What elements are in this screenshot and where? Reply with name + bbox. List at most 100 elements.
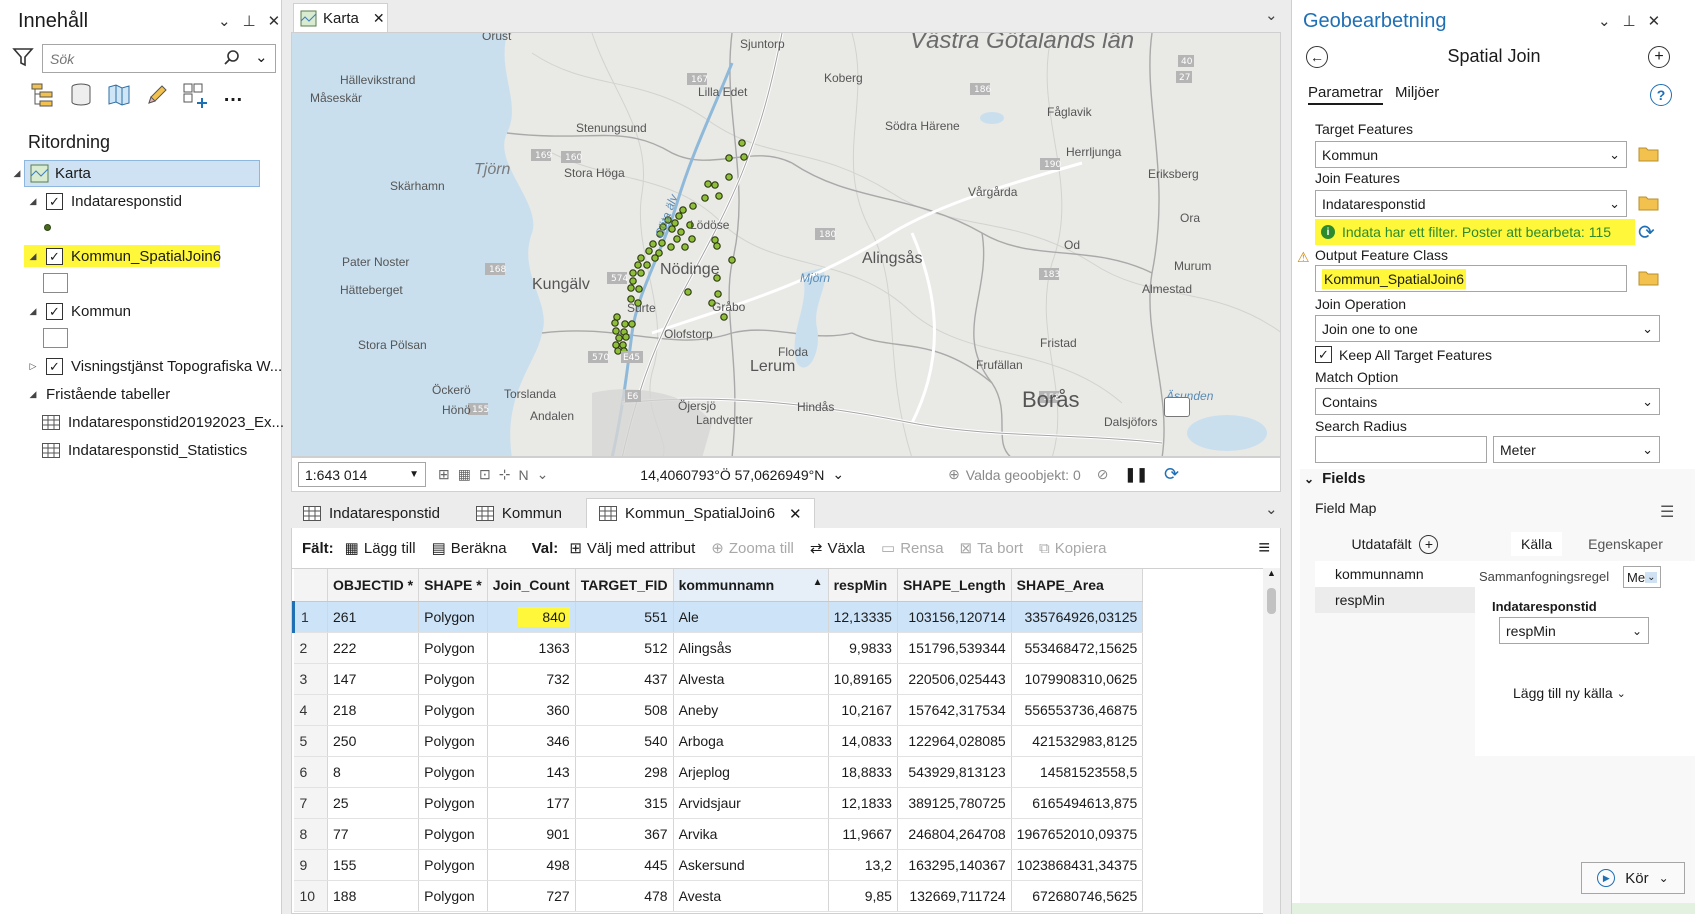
table-cell[interactable]: Alingsås xyxy=(673,632,829,664)
table-menu-icon[interactable]: ≡ xyxy=(1258,537,1270,560)
table-cell[interactable]: 155 xyxy=(327,849,420,881)
filter-icon[interactable] xyxy=(12,46,34,68)
table-cell[interactable]: 177 xyxy=(487,787,576,819)
polygon-symbol-swatch[interactable] xyxy=(43,328,68,348)
table-row[interactable]: 1 261 Polygon 840 551 Ale 12,13335 103156,12071… xyxy=(292,601,1144,633)
table-cell[interactable]: 132669,711724 xyxy=(897,880,1012,912)
collapse-icon[interactable]: ◢ xyxy=(26,251,40,262)
table-cell[interactable]: 478 xyxy=(575,880,674,912)
table-cell[interactable]: Arboga xyxy=(673,725,829,757)
map-tab[interactable]: Karta ✕ xyxy=(293,3,388,32)
close-tab-icon[interactable]: ✕ xyxy=(789,505,802,523)
table-cell[interactable]: 437 xyxy=(575,663,674,695)
table-row[interactable]: 8 77 Polygon 901 367 Arvika 11,9667 246804,2647… xyxy=(293,818,1144,850)
search-radius-input[interactable] xyxy=(1315,436,1487,463)
table-cell[interactable]: 157642,317534 xyxy=(897,694,1012,726)
table-cell[interactable]: 840 xyxy=(487,601,576,633)
table-row[interactable]: 5 250 Polygon 346 540 Arboga 14,0833 122964,028… xyxy=(293,725,1144,757)
selection-view-icon[interactable] xyxy=(104,80,134,110)
column-header[interactable]: OBJECTID * xyxy=(327,569,420,602)
table-cell[interactable]: 261 xyxy=(327,601,420,633)
table-cell[interactable]: Ale xyxy=(673,601,829,633)
column-header[interactable]: TARGET_FID xyxy=(575,569,674,602)
scale-combobox[interactable]: 1:643 014 ▼ xyxy=(298,462,426,487)
table-cell[interactable]: 12,1833 xyxy=(828,787,898,819)
table-cell[interactable]: 163295,140367 xyxy=(897,849,1012,881)
table-tab[interactable]: Kommun xyxy=(464,498,574,528)
add-field-button[interactable]: ▦ Lägg till xyxy=(340,539,421,558)
grid-icon[interactable]: ▦ xyxy=(458,466,471,483)
contents-search-input[interactable] xyxy=(43,45,213,72)
table-cell[interactable]: 367 xyxy=(575,818,674,850)
layer-visibility-checkbox[interactable]: ✓ xyxy=(46,247,63,265)
row-number-cell[interactable]: 4 xyxy=(293,694,328,726)
pane-options-chevron-icon[interactable]: ⌄ xyxy=(1598,12,1611,30)
table-tab-active[interactable]: Kommun_SpatialJoin6 ✕ xyxy=(585,498,815,528)
table-cell[interactable]: 543929,813123 xyxy=(897,756,1012,788)
table-view-chevron-icon[interactable]: ⌄ xyxy=(1265,500,1278,518)
north-arrow-icon[interactable]: N xyxy=(518,467,528,483)
table-cell[interactable]: 25 xyxy=(327,787,420,819)
column-header[interactable]: SHAPE_Area xyxy=(1011,569,1144,602)
table-cell[interactable]: 77 xyxy=(327,818,420,850)
table-cell[interactable]: 672680746,5625 xyxy=(1011,880,1144,912)
help-icon[interactable]: ? xyxy=(1650,84,1672,106)
pin-icon[interactable]: ⊥ xyxy=(243,12,256,30)
tab-source[interactable]: Källa xyxy=(1511,532,1563,556)
snapping-grid-icon[interactable] xyxy=(180,80,210,110)
table-cell[interactable]: 10,2167 xyxy=(828,694,898,726)
pane-options-chevron-icon[interactable]: ⌄ xyxy=(218,12,231,30)
row-number-cell[interactable]: 9 xyxy=(293,849,328,881)
table-cell[interactable]: 540 xyxy=(575,725,674,757)
output-field-item[interactable]: kommunnamn xyxy=(1315,561,1475,587)
match-option-combobox[interactable]: Contains ⌄ xyxy=(1315,388,1660,415)
scrollbar-thumb[interactable] xyxy=(1267,588,1276,614)
add-icon[interactable]: + xyxy=(1648,46,1670,68)
close-pane-icon[interactable]: ✕ xyxy=(268,12,281,30)
source-field-combobox[interactable]: respMin ⌄ xyxy=(1499,617,1649,644)
fixed-zoom-icon[interactable]: ⊞ xyxy=(438,466,450,483)
row-number-header[interactable] xyxy=(293,569,328,602)
table-cell[interactable]: 250 xyxy=(327,725,420,757)
search-icon[interactable] xyxy=(223,49,241,67)
row-number-cell[interactable]: 10 xyxy=(293,880,328,912)
table-cell[interactable]: 11,9667 xyxy=(828,818,898,850)
switch-selection-button[interactable]: ⇄ Växla xyxy=(805,539,870,558)
table-cell[interactable]: Avesta xyxy=(673,880,829,912)
table-cell[interactable]: 1023868431,34375 xyxy=(1011,849,1144,881)
close-tab-icon[interactable]: ✕ xyxy=(373,10,385,27)
browse-folder-icon[interactable] xyxy=(1638,195,1660,211)
table-cell[interactable]: 14581523558,5 xyxy=(1011,756,1144,788)
table-cell[interactable]: Arjeplog xyxy=(673,756,829,788)
fields-header[interactable]: ⌄ Fields xyxy=(1304,470,1365,487)
table-cell[interactable]: 143 xyxy=(487,756,576,788)
table-row[interactable]: 4 218 Polygon 360 508 Aneby 10,2167 157642,3175… xyxy=(293,694,1144,726)
toc-table-item[interactable]: Indataresponstid20192023_Ex... xyxy=(42,409,284,435)
row-number-cell[interactable]: 6 xyxy=(293,756,328,788)
table-cell[interactable]: 18,8833 xyxy=(828,756,898,788)
collapse-icon[interactable]: ◢ xyxy=(26,389,40,400)
table-cell[interactable]: 1079908310,0625 xyxy=(1011,663,1144,695)
table-cell[interactable]: Arvika xyxy=(673,818,829,850)
refresh-icon[interactable]: ⟳ xyxy=(1164,464,1179,485)
table-cell[interactable]: 512 xyxy=(575,632,674,664)
calculate-field-button[interactable]: ▤ Beräkna xyxy=(427,539,512,558)
table-cell[interactable]: 508 xyxy=(575,694,674,726)
row-number-cell[interactable]: 7 xyxy=(293,787,328,819)
table-cell[interactable]: 9,85 xyxy=(828,880,898,912)
table-cell[interactable]: Polygon xyxy=(418,632,488,664)
add-field-icon[interactable]: + xyxy=(1419,534,1439,554)
table-cell[interactable]: 1967652010,09375 xyxy=(1011,818,1144,850)
toc-table-item[interactable]: Indataresponstid_Statistics xyxy=(42,437,247,463)
toc-layer-basemap[interactable]: ▷ ✓ Visningstjänst Topografiska W... xyxy=(26,353,282,379)
browse-folder-icon[interactable] xyxy=(1638,270,1660,286)
map-canvas[interactable]: 167 169 160 186 180 574 168 183 190 570 … xyxy=(291,32,1281,457)
table-row[interactable]: 3 147 Polygon 732 437 Alvesta 10,89165 220506,0… xyxy=(293,663,1144,695)
table-cell[interactable]: 220506,025443 xyxy=(897,663,1012,695)
table-cell[interactable]: 421532983,8125 xyxy=(1011,725,1144,757)
table-cell[interactable]: 335764926,03125 xyxy=(1011,601,1144,633)
search-options-chevron-icon[interactable]: ⌄ xyxy=(255,48,268,66)
collapse-icon[interactable]: ◢ xyxy=(10,168,24,179)
search-radius-unit-combobox[interactable]: Meter ⌄ xyxy=(1493,436,1660,463)
table-cell[interactable]: 389125,780725 xyxy=(897,787,1012,819)
